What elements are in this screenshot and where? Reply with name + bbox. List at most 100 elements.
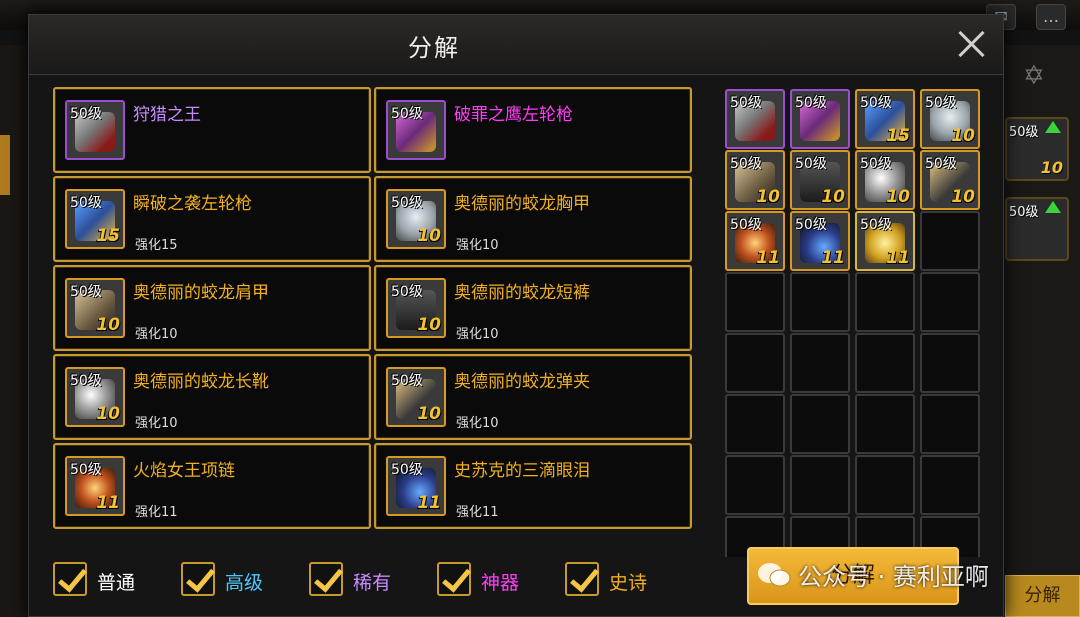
empty-slot[interactable]: [790, 455, 850, 515]
item-card[interactable]: 50级 破罪之鹰左轮枪: [374, 87, 692, 173]
item-enhance-number: 10: [417, 315, 441, 335]
filled-slot[interactable]: 50级 10: [790, 150, 850, 210]
item-card[interactable]: 50级 10 奥德丽的蛟龙长靴 强化10: [53, 354, 371, 440]
filter-checkbox-3[interactable]: 神器: [437, 560, 547, 600]
slot-level: 50级: [795, 95, 827, 111]
empty-slot[interactable]: [920, 394, 980, 454]
item-enhance-number: 10: [96, 315, 120, 335]
filled-slot[interactable]: 50级 10: [920, 150, 980, 210]
slot-level: 50级: [795, 217, 827, 233]
empty-slot[interactable]: [725, 333, 785, 393]
item-level: 50级: [391, 284, 423, 300]
item-icon: 50级 10: [386, 189, 446, 249]
item-enhance-level: 强化10: [456, 416, 499, 431]
decompose-dialog: 分解 50级 狩猎之王 50级 破罪之鹰左轮枪 50级 15 瞬破之袭左轮枪 强化15 50级 1…: [28, 14, 1004, 617]
item-level: 50级: [391, 462, 423, 478]
checkmark-icon[interactable]: [565, 562, 599, 596]
background-slot[interactable]: 50级: [1005, 197, 1069, 261]
filled-slot[interactable]: 50级 10: [920, 89, 980, 149]
background-decompose-tab[interactable]: 分解: [1005, 575, 1080, 617]
item-card[interactable]: 50级 狩猎之王: [53, 87, 371, 173]
empty-slot[interactable]: [920, 455, 980, 515]
filled-slot[interactable]: 50级 11: [790, 211, 850, 271]
filter-label: 史诗: [609, 572, 648, 594]
item-name: 奥德丽的蛟龙弹夹: [454, 372, 590, 392]
item-enhance-level: 强化11: [135, 505, 178, 520]
checkmark-icon[interactable]: [53, 562, 87, 596]
item-name: 瞬破之袭左轮枪: [133, 194, 252, 214]
item-enhance-number: 15: [96, 226, 120, 246]
empty-slot[interactable]: [790, 394, 850, 454]
item-name: 火焰女王项链: [133, 461, 235, 481]
wechat-logo-icon: [758, 563, 791, 587]
close-button[interactable]: [957, 29, 987, 59]
filled-slot[interactable]: 50级 10: [725, 150, 785, 210]
slot-enhance-number: 10: [951, 187, 975, 207]
item-enhance-level: 强化10: [456, 238, 499, 253]
item-card[interactable]: 50级 15 瞬破之袭左轮枪 强化15: [53, 176, 371, 262]
slot-level: 50级: [860, 217, 892, 233]
slot-enhance-number: 11: [886, 248, 910, 268]
empty-slot[interactable]: [855, 333, 915, 393]
filled-slot[interactable]: 50级 15: [855, 89, 915, 149]
item-name: 奥德丽的蛟龙长靴: [133, 372, 269, 392]
item-card[interactable]: 50级 10 奥德丽的蛟龙肩甲 强化10: [53, 265, 371, 351]
filter-checkbox-0[interactable]: 普通: [53, 560, 163, 600]
empty-slot[interactable]: [855, 455, 915, 515]
background-inventory-panel: ✡ 50级 10 50级: [1000, 45, 1080, 617]
slot-level: 50级: [1009, 205, 1039, 220]
filled-slot[interactable]: 50级: [790, 89, 850, 149]
slot-level: 50级: [730, 95, 762, 111]
item-card[interactable]: 50级 11 火焰女王项链强化11: [53, 443, 371, 529]
filter-label: 神器: [481, 572, 520, 594]
item-name: 奥德丽的蛟龙胸甲: [454, 194, 590, 214]
rarity-filters: 普通 高级 稀有 神器 史诗: [53, 560, 693, 600]
upgrade-arrow-icon: [1045, 121, 1061, 133]
item-enhance-number: 10: [417, 226, 441, 246]
filter-label: 稀有: [353, 572, 392, 594]
empty-slot[interactable]: [855, 272, 915, 332]
filter-checkbox-1[interactable]: 高级: [181, 560, 291, 600]
slot-level: 50级: [730, 156, 762, 172]
item-enhance-number: 10: [96, 404, 120, 424]
filled-slot[interactable]: 50级 11: [855, 211, 915, 271]
empty-slot[interactable]: [725, 272, 785, 332]
item-card[interactable]: 50级 10 奥德丽的蛟龙弹夹 强化10: [374, 354, 692, 440]
empty-slot[interactable]: [725, 455, 785, 515]
slot-level: 50级: [860, 156, 892, 172]
checkmark-icon[interactable]: [181, 562, 215, 596]
empty-slot[interactable]: [790, 333, 850, 393]
checkmark-icon[interactable]: [437, 562, 471, 596]
item-icon: 50级 11: [65, 456, 125, 516]
filled-slot[interactable]: 50级 11: [725, 211, 785, 271]
empty-slot[interactable]: [725, 394, 785, 454]
slot-enhance-number: 10: [886, 187, 910, 207]
item-card[interactable]: 50级 10 奥德丽的蛟龙短裤 强化10: [374, 265, 692, 351]
slot-level: 50级: [730, 217, 762, 233]
item-card[interactable]: 50级 11 史苏克的三滴眼泪 强化11: [374, 443, 692, 529]
checkmark-icon[interactable]: [309, 562, 343, 596]
background-slot[interactable]: 50级 10: [1005, 117, 1069, 181]
dialog-title: 分解: [408, 34, 460, 62]
item-enhance-level: 强化11: [456, 505, 499, 520]
item-card[interactable]: 50级 10 奥德丽的蛟龙胸甲强化10: [374, 176, 692, 262]
pentagram-icon[interactable]: ✡: [1023, 61, 1045, 91]
filter-checkbox-2[interactable]: 稀有: [309, 560, 419, 600]
background-tab: [0, 135, 10, 195]
item-icon: 50级 11: [386, 456, 446, 516]
empty-slot[interactable]: [855, 394, 915, 454]
chat-icon[interactable]: …: [1036, 4, 1066, 30]
empty-slot[interactable]: [790, 272, 850, 332]
slot-level: 50级: [925, 95, 957, 111]
slot-level: 50级: [1009, 125, 1039, 140]
slot-enhance-number: 10: [951, 126, 975, 146]
empty-slot[interactable]: [920, 211, 980, 271]
filter-checkbox-4[interactable]: 史诗: [565, 560, 675, 600]
item-name: 奥德丽的蛟龙短裤: [454, 283, 590, 303]
item-icon: 50级: [65, 100, 125, 160]
empty-slot[interactable]: [920, 272, 980, 332]
empty-slot[interactable]: [920, 333, 980, 393]
slot-enhance-number: 15: [886, 126, 910, 146]
filled-slot[interactable]: 50级: [725, 89, 785, 149]
filled-slot[interactable]: 50级 10: [855, 150, 915, 210]
